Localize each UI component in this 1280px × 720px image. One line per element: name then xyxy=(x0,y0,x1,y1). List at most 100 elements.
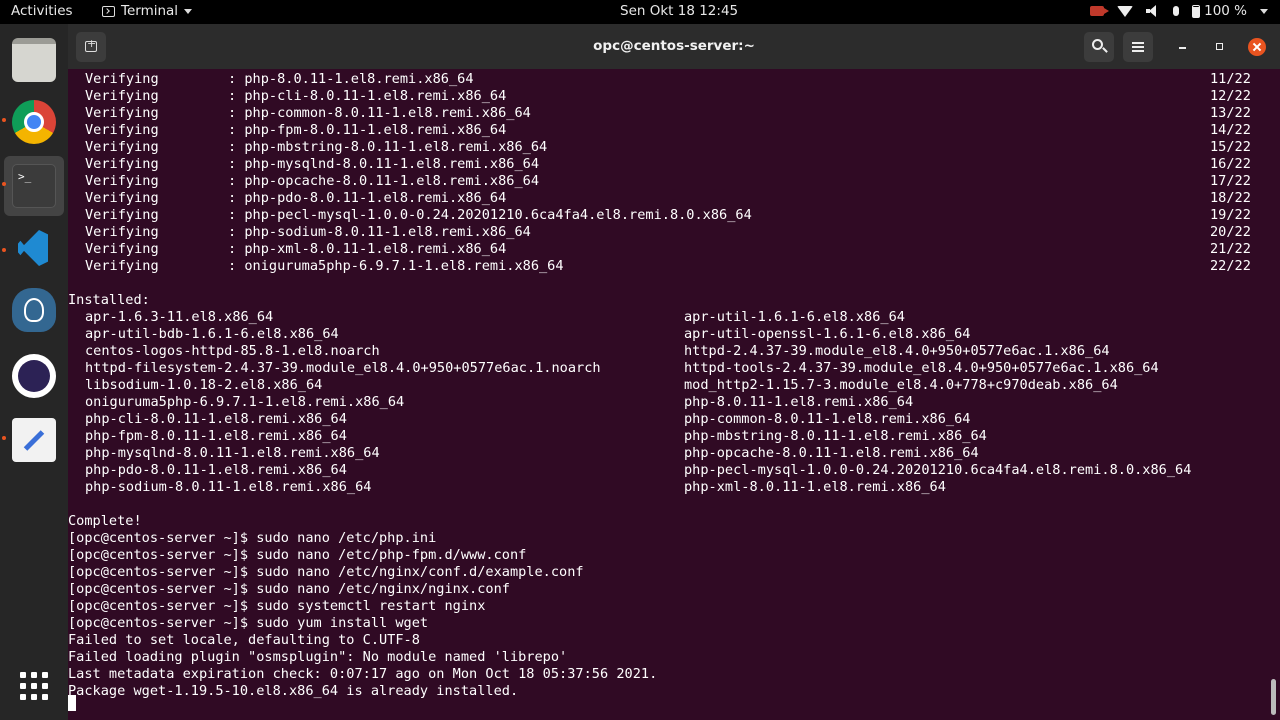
clock[interactable]: Sen Okt 18 12:45 xyxy=(620,3,738,19)
battery-icon[interactable] xyxy=(1192,4,1201,18)
microphone-icon[interactable] xyxy=(1173,6,1180,16)
verifying-package: : php-fpm-8.0.11-1.el8.remi.x86_64 xyxy=(228,122,507,138)
installed-package: php-mbstring-8.0.11-1.el8.remi.x86_64 xyxy=(684,428,987,444)
verifying-count: 22/22 xyxy=(1210,258,1251,274)
verifying-count: 21/22 xyxy=(1210,241,1251,257)
terminal-line: Complete! xyxy=(68,513,142,529)
verifying-label: Verifying xyxy=(85,156,159,172)
verifying-label: Verifying xyxy=(85,71,159,87)
screen-recording-icon[interactable] xyxy=(1090,6,1110,16)
terminal-line: [opc@centos-server ~]$ sudo nano /etc/ng… xyxy=(68,564,584,580)
installed-package: httpd-tools-2.4.37-39.module_el8.4.0+950… xyxy=(684,360,1159,376)
hamburger-menu-icon[interactable] xyxy=(1123,32,1153,62)
running-indicator xyxy=(2,436,6,440)
app-menu-label: Terminal xyxy=(121,3,179,19)
installed-package: php-cli-8.0.11-1.el8.remi.x86_64 xyxy=(85,411,347,427)
verifying-count: 19/22 xyxy=(1210,207,1251,223)
volume-icon[interactable] xyxy=(1146,5,1160,17)
verifying-package: : php-cli-8.0.11-1.el8.remi.x86_64 xyxy=(228,88,507,104)
verifying-count: 14/22 xyxy=(1210,122,1251,138)
minimize-icon[interactable] xyxy=(1174,38,1192,56)
scrollbar[interactable] xyxy=(1271,679,1276,715)
wifi-icon[interactable] xyxy=(1117,5,1134,17)
installed-package: php-opcache-8.0.11-1.el8.remi.x86_64 xyxy=(684,445,979,461)
installed-package: php-pecl-mysql-1.0.0-0.24.20201210.6ca4f… xyxy=(684,462,1192,478)
verifying-count: 12/22 xyxy=(1210,88,1251,104)
verifying-package: : php-sodium-8.0.11-1.el8.remi.x86_64 xyxy=(228,224,531,240)
verifying-label: Verifying xyxy=(85,122,159,138)
installed-package: php-pdo-8.0.11-1.el8.remi.x86_64 xyxy=(85,462,347,478)
verifying-label: Verifying xyxy=(85,105,159,121)
installed-package: oniguruma5php-6.9.7.1-1.el8.remi.x86_64 xyxy=(85,394,405,410)
vscode-icon[interactable] xyxy=(12,226,56,270)
installed-package: centos-logos-httpd-85.8-1.el8.noarch xyxy=(85,343,380,359)
files-icon[interactable] xyxy=(12,38,56,82)
terminal-icon xyxy=(102,5,115,17)
terminal-line: Last metadata expiration check: 0:07:17 … xyxy=(68,666,658,682)
window-titlebar[interactable]: opc@centos-server:~ xyxy=(68,24,1280,69)
app-menu[interactable]: Terminal xyxy=(102,3,193,19)
installed-package: php-sodium-8.0.11-1.el8.remi.x86_64 xyxy=(85,479,372,495)
verifying-count: 18/22 xyxy=(1210,190,1251,206)
chevron-down-icon xyxy=(184,8,193,14)
verifying-count: 15/22 xyxy=(1210,139,1251,155)
verifying-package: : php-common-8.0.11-1.el8.remi.x86_64 xyxy=(228,105,531,121)
verifying-package: : php-8.0.11-1.el8.remi.x86_64 xyxy=(228,71,474,87)
postgresql-elephant-icon[interactable] xyxy=(12,288,56,332)
verifying-label: Verifying xyxy=(85,224,159,240)
verifying-package: : php-mbstring-8.0.11-1.el8.remi.x86_64 xyxy=(228,139,548,155)
running-indicator xyxy=(2,118,6,122)
installed-package: php-fpm-8.0.11-1.el8.remi.x86_64 xyxy=(85,428,347,444)
terminal-icon[interactable]: >_ xyxy=(12,164,56,208)
verifying-package: : php-pdo-8.0.11-1.el8.remi.x86_64 xyxy=(228,190,507,206)
chrome-icon[interactable] xyxy=(12,100,56,144)
activities-button[interactable]: Activities xyxy=(11,3,73,19)
dock: >_ xyxy=(0,24,68,720)
verifying-label: Verifying xyxy=(85,139,159,155)
installed-package: httpd-filesystem-2.4.37-39.module_el8.4.… xyxy=(85,360,601,376)
maximize-icon[interactable] xyxy=(1211,38,1229,56)
terminal-line: Failed loading plugin "osmsplugin": No m… xyxy=(68,649,568,665)
installed-package: libsodium-1.0.18-2.el8.x86_64 xyxy=(85,377,323,393)
terminal-output[interactable]: Verifying : php-8.0.11-1.el8.remi.x86_64 1… xyxy=(68,69,1280,720)
installed-package: php-common-8.0.11-1.el8.remi.x86_64 xyxy=(684,411,971,427)
close-icon[interactable] xyxy=(1248,38,1266,56)
system-tray[interactable]: 100 % xyxy=(1090,3,1268,19)
verifying-package: : php-xml-8.0.11-1.el8.remi.x86_64 xyxy=(228,241,507,257)
terminal-line: Failed to set locale, defaulting to C.UT… xyxy=(68,632,420,648)
text-cursor xyxy=(68,695,76,711)
installed-package: apr-util-bdb-1.6.1-6.el8.x86_64 xyxy=(85,326,339,342)
verifying-label: Verifying xyxy=(85,241,159,257)
installed-package: httpd-2.4.37-39.module_el8.4.0+950+0577e… xyxy=(684,343,1110,359)
eclipse-icon[interactable] xyxy=(12,354,56,398)
verifying-package: : php-opcache-8.0.11-1.el8.remi.x86_64 xyxy=(228,173,539,189)
terminal-line: Package wget-1.19.5-10.el8.x86_64 is alr… xyxy=(68,683,519,699)
verifying-label: Verifying xyxy=(85,190,159,206)
installed-package: apr-1.6.3-11.el8.x86_64 xyxy=(85,309,274,325)
search-icon[interactable] xyxy=(1084,32,1114,62)
installed-package: php-xml-8.0.11-1.el8.remi.x86_64 xyxy=(684,479,946,495)
installed-package: apr-util-1.6.1-6.el8.x86_64 xyxy=(684,309,905,325)
verifying-package: : oniguruma5php-6.9.7.1-1.el8.remi.x86_6… xyxy=(228,258,564,274)
verifying-package: : php-mysqlnd-8.0.11-1.el8.remi.x86_64 xyxy=(228,156,539,172)
top-bar: Activities Terminal Sen Okt 18 12:45 100… xyxy=(0,0,1280,24)
verifying-count: 11/22 xyxy=(1210,71,1251,87)
installed-package: apr-util-openssl-1.6.1-6.el8.x86_64 xyxy=(684,326,971,342)
installed-package: php-mysqlnd-8.0.11-1.el8.remi.x86_64 xyxy=(85,445,380,461)
text-editor-icon[interactable] xyxy=(12,418,56,462)
terminal-line: [opc@centos-server ~]$ sudo nano /etc/ph… xyxy=(68,530,437,546)
battery-level: 100 % xyxy=(1204,3,1247,19)
installed-package: mod_http2-1.15.7-3.module_el8.4.0+778+c9… xyxy=(684,377,1118,393)
terminal-line: [opc@centos-server ~]$ sudo nano /etc/ng… xyxy=(68,581,510,597)
verifying-label: Verifying xyxy=(85,258,159,274)
installed-package: php-8.0.11-1.el8.remi.x86_64 xyxy=(684,394,914,410)
running-indicator xyxy=(2,248,6,252)
verifying-count: 16/22 xyxy=(1210,156,1251,172)
verifying-count: 20/22 xyxy=(1210,224,1251,240)
terminal-line: [opc@centos-server ~]$ sudo systemctl re… xyxy=(68,598,486,614)
system-menu-chevron-icon[interactable] xyxy=(1260,8,1268,14)
running-indicator xyxy=(2,182,6,186)
show-applications-icon[interactable] xyxy=(12,664,56,708)
verifying-label: Verifying xyxy=(85,173,159,189)
verifying-label: Verifying xyxy=(85,207,159,223)
